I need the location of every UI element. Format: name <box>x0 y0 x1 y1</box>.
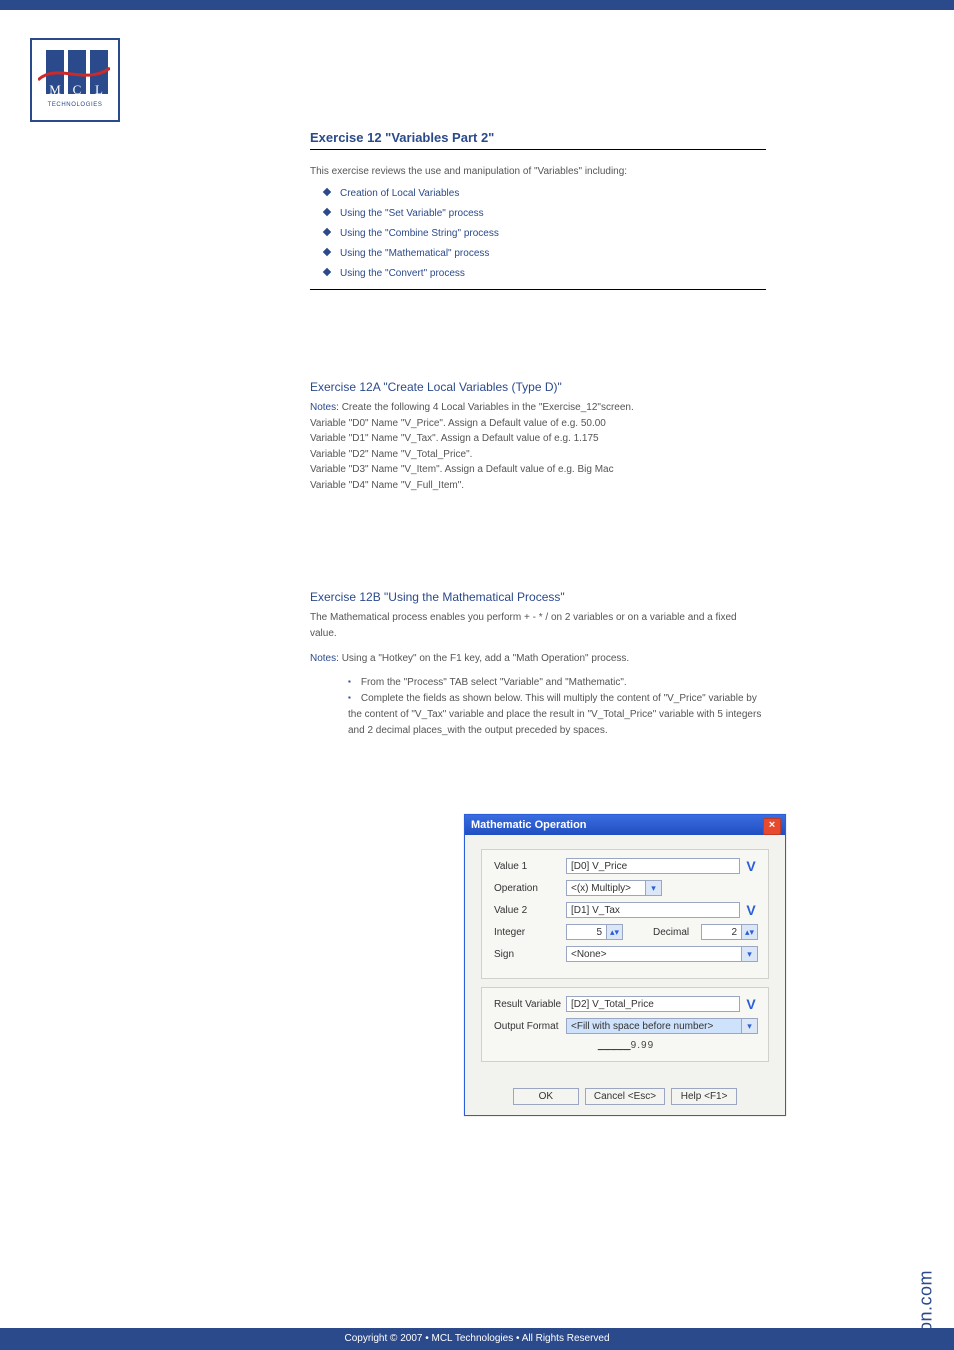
bottom-rule <box>310 289 766 290</box>
list-item: Using the "Convert" process <box>324 265 766 283</box>
spinner-icon[interactable]: ▴▾ <box>742 924 758 940</box>
title-rule <box>310 149 766 150</box>
var-line: Variable "D4" Name "V_Full_Item". <box>310 480 464 491</box>
field-value1[interactable]: [D0] V_Price <box>566 858 740 874</box>
input-group: Value 1 [D0] V_Price V Operation <(x) Mu… <box>481 849 769 979</box>
format-sample: _____9.99 <box>494 1040 758 1051</box>
section-intro: The Mathematical process enables you per… <box>310 610 766 641</box>
field-result[interactable]: [D2] V_Total_Price <box>566 996 740 1012</box>
dialog-body: Value 1 [D0] V_Price V Operation <(x) Mu… <box>465 835 785 1080</box>
dialog-titlebar: Mathematic Operation × <box>465 815 785 835</box>
dialog-title: Mathematic Operation <box>471 819 587 831</box>
footer-bar: Copyright © 2007 • MCL Technologies • Al… <box>0 1328 954 1350</box>
notes-text: Create the following 4 Local Variables i… <box>342 402 634 413</box>
sublist: From the "Process" TAB select "Variable"… <box>348 675 766 739</box>
sample-tail: 9.99 <box>631 1040 654 1051</box>
mcl-logo: MCL TECHNOLOGIES <box>30 38 120 122</box>
section-12b: Exercise 12B "Using the Mathematical Pro… <box>310 590 766 747</box>
feature-list: Creation of Local Variables Using the "S… <box>324 185 766 283</box>
label-sign: Sign <box>494 949 566 960</box>
logo-subtext: TECHNOLOGIES <box>40 102 110 108</box>
var-line: Variable "D2" Name "V_Total_Price". <box>310 449 472 460</box>
page-title: Exercise 12 "Variables Part 2" <box>310 130 766 145</box>
chevron-down-icon[interactable]: ▾ <box>742 1018 758 1034</box>
cancel-button[interactable]: Cancel <Esc> <box>585 1088 665 1105</box>
label-value1: Value 1 <box>494 861 566 872</box>
list-item: Using the "Combine String" process <box>324 225 766 243</box>
help-button[interactable]: Help <F1> <box>671 1088 737 1105</box>
section-heading: Exercise 12A "Create Local Variables (Ty… <box>310 380 766 394</box>
sublist-item: From the "Process" TAB select "Variable"… <box>348 675 766 691</box>
label-value2: Value 2 <box>494 905 566 916</box>
label-output: Output Format <box>494 1021 566 1032</box>
var-line: Variable "D1" Name "V_Tax". Assign a Def… <box>310 433 599 444</box>
chevron-down-icon[interactable]: ▾ <box>742 946 758 962</box>
section-heading: Exercise 12B "Using the Mathematical Pro… <box>310 590 766 604</box>
dropdown-icon[interactable]: V <box>744 902 758 918</box>
spinner-icon[interactable]: ▴▾ <box>607 924 623 940</box>
list-item: Using the "Set Variable" process <box>324 205 766 223</box>
label-result: Result Variable <box>494 999 566 1010</box>
label-operation: Operation <box>494 883 566 894</box>
list-item: Using the "Mathematical" process <box>324 245 766 263</box>
field-decimal[interactable]: 2 <box>701 924 742 940</box>
field-integer[interactable]: 5 <box>566 924 607 940</box>
output-group: Result Variable [D2] V_Total_Price V Out… <box>481 987 769 1062</box>
sublist-item: Complete the fields as shown below. This… <box>348 691 766 739</box>
dropdown-icon[interactable]: V <box>744 858 758 874</box>
field-sign[interactable]: <None> <box>566 946 742 962</box>
label-decimal: Decimal <box>653 927 701 938</box>
section-12a: Exercise 12A "Create Local Variables (Ty… <box>310 380 766 493</box>
dialog-buttons: OK Cancel <Esc> Help <F1> <box>465 1080 785 1115</box>
intro-line: This exercise reviews the use and manipu… <box>310 164 766 179</box>
list-item: Creation of Local Variables <box>324 185 766 203</box>
chevron-down-icon[interactable]: ▾ <box>646 880 662 896</box>
dropdown-icon[interactable]: V <box>744 996 758 1012</box>
label-integer: Integer <box>494 927 566 938</box>
ok-button[interactable]: OK <box>513 1088 579 1105</box>
var-line: Variable "D3" Name "V_Item". Assign a De… <box>310 464 614 475</box>
section-body: Notes: Create the following 4 Local Vari… <box>310 400 766 493</box>
sample-pad: _____ <box>598 1040 631 1051</box>
math-dialog: Mathematic Operation × Value 1 [D0] V_Pr… <box>464 814 786 1116</box>
logo-swoosh <box>38 66 110 82</box>
field-output[interactable]: <Fill with space before number> <box>566 1018 742 1034</box>
var-line: Variable "D0" Name "V_Price". Assign a D… <box>310 418 606 429</box>
close-icon[interactable]: × <box>763 818 781 835</box>
main-content: Exercise 12 "Variables Part 2" This exer… <box>310 130 766 304</box>
field-operation[interactable]: <(x) Multiply> <box>566 880 646 896</box>
section-notes: Notes: Using a "Hotkey" on the F1 key, a… <box>310 651 766 667</box>
top-bar <box>0 0 954 10</box>
notes-label: Notes: <box>310 402 339 413</box>
footer-text: Copyright © 2007 • MCL Technologies • Al… <box>344 1333 609 1344</box>
section-notes-text: Using a "Hotkey" on the F1 key, add a "M… <box>342 653 630 664</box>
field-value2[interactable]: [D1] V_Tax <box>566 902 740 918</box>
